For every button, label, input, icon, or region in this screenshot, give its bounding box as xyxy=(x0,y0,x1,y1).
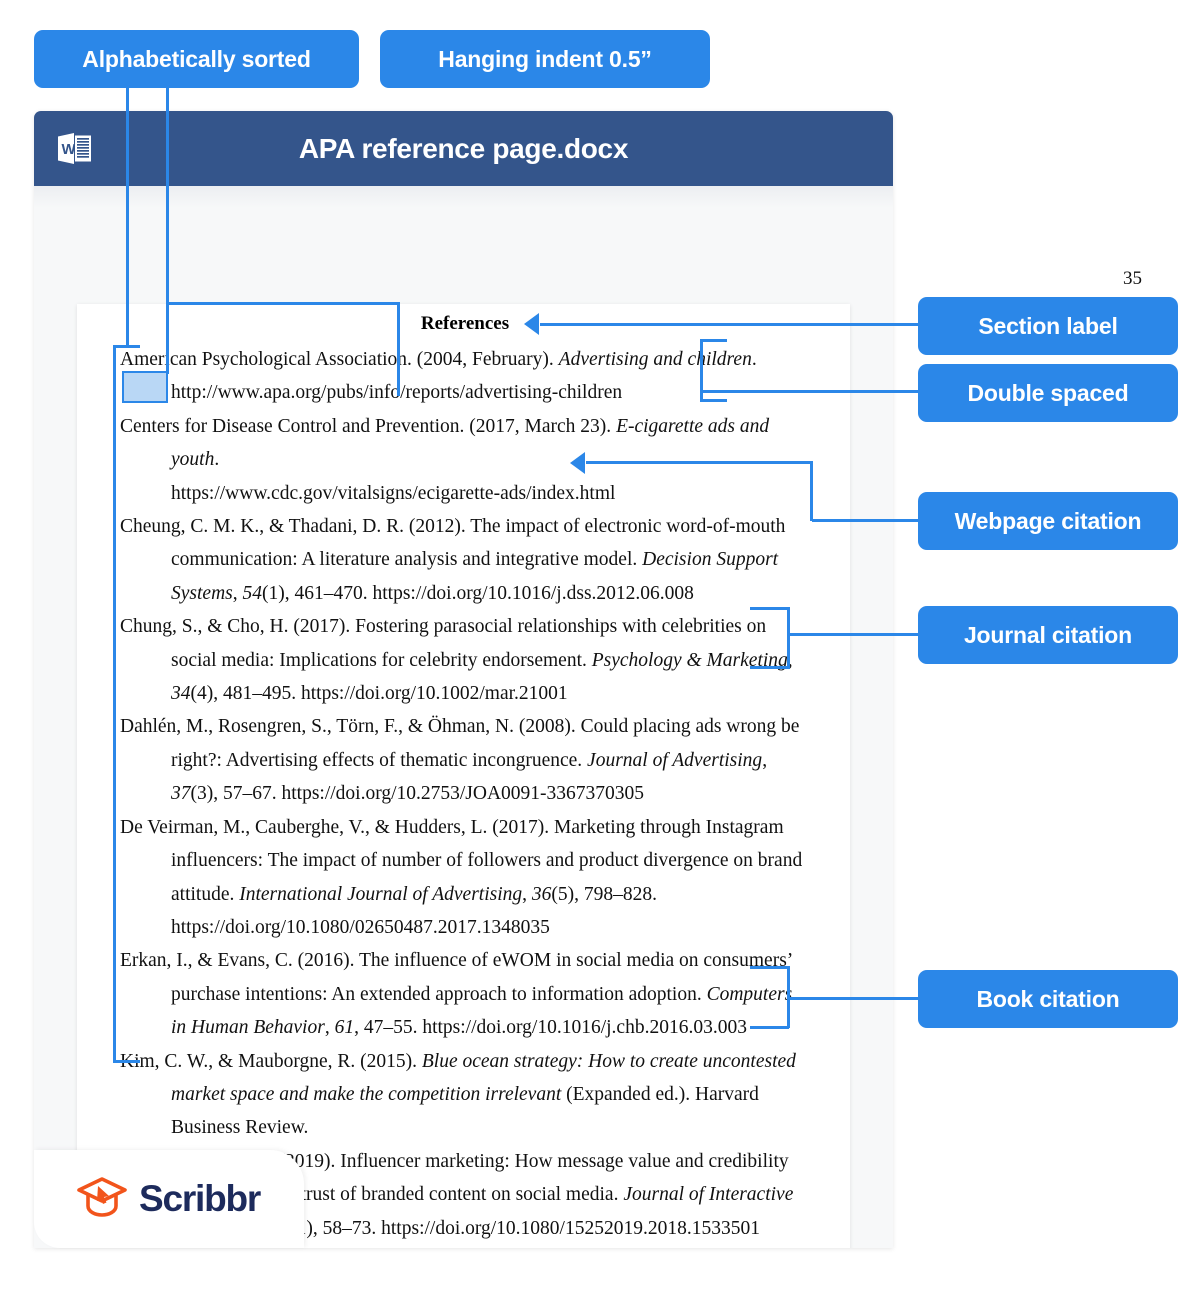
reference-entry: De Veirman, M., Cauberghe, V., & Hudders… xyxy=(120,816,808,938)
reference-entry: Cheung, C. M. K., & Thadani, D. R. (2012… xyxy=(120,516,791,604)
reference-entry: Chung, S., & Cho, H. (2017). Fostering p… xyxy=(120,616,798,705)
connector-webpage-arrowhead xyxy=(570,452,585,474)
document-title: APA reference page.docx xyxy=(298,132,629,164)
hanging-indent-highlight xyxy=(122,371,168,403)
alpha-bracket-spine xyxy=(113,345,116,1063)
page-number: 35 xyxy=(1123,268,1142,289)
double-spaced-bracket-bottom xyxy=(700,399,727,402)
document-titlebar: W APA reference page.docx xyxy=(34,111,893,186)
annotation-section-label: Section label xyxy=(918,297,1178,355)
connector-webpage-vertical xyxy=(810,461,813,521)
connector-indent-to-box xyxy=(166,302,169,374)
reference-entry: Kim, C. W., & Mauborgne, R. (2015). Blue… xyxy=(120,1050,801,1139)
connector-webpage-upper xyxy=(586,461,812,464)
word-document-icon: W xyxy=(56,130,93,167)
scribbr-brand-tab: Scribbr xyxy=(34,1150,304,1248)
double-spaced-bracket-top xyxy=(700,339,727,342)
reference-entry: Centers for Disease Control and Preventi… xyxy=(120,415,775,504)
connector-double-spaced-line xyxy=(700,390,920,393)
journal-bracket-bottom xyxy=(750,666,789,669)
annotation-book-citation: Book citation xyxy=(918,970,1178,1028)
annotation-journal-citation: Journal citation xyxy=(918,606,1178,664)
connector-journal-line xyxy=(787,633,920,636)
reference-entry: Erkan, I., & Evans, C. (2016). The influ… xyxy=(120,950,798,1039)
annotation-alphabetically-sorted: Alphabetically sorted xyxy=(34,30,359,88)
svg-text:W: W xyxy=(62,141,77,158)
reference-entry: Dahlén, M., Rosengren, S., Törn, F., & Ö… xyxy=(120,716,805,805)
reference-list: American Psychological Association. (200… xyxy=(120,343,810,1245)
connector-webpage-lower xyxy=(812,519,920,522)
journal-bracket-spine xyxy=(787,607,790,669)
annotation-hanging-indent: Hanging indent 0.5” xyxy=(380,30,710,88)
connector-indent-drop xyxy=(397,302,400,396)
connector-indent-horizontal xyxy=(166,302,400,305)
infographic-canvas: Alphabetically sorted Hanging indent 0.5… xyxy=(0,0,1201,1294)
connector-alpha-vertical xyxy=(126,88,129,347)
graduation-cap-cursor-icon xyxy=(76,1175,128,1224)
scribbr-wordmark: Scribbr xyxy=(139,1178,261,1219)
book-bracket-top xyxy=(750,966,789,969)
book-bracket-bottom xyxy=(750,1026,789,1029)
connector-section-line xyxy=(540,323,920,326)
journal-bracket-top xyxy=(750,607,789,610)
connector-indent-vertical xyxy=(166,88,169,304)
connector-alpha-foot xyxy=(113,345,140,348)
annotation-double-spaced: Double spaced xyxy=(918,364,1178,422)
alpha-bracket-bottom-foot xyxy=(113,1060,140,1063)
annotation-webpage-citation: Webpage citation xyxy=(918,492,1178,550)
connector-section-arrowhead xyxy=(524,313,539,335)
connector-book-line xyxy=(787,997,920,1000)
